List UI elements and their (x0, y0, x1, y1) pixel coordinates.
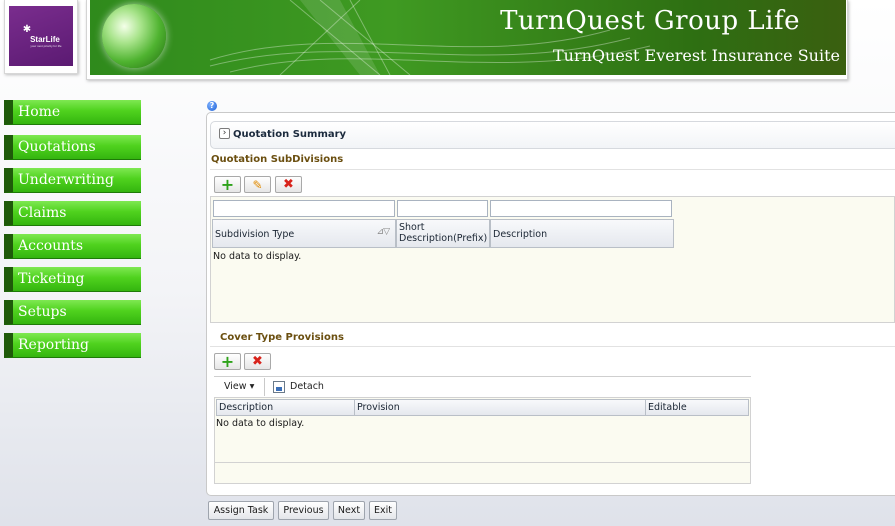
divider (210, 346, 895, 347)
column-label: Subdivision Type (215, 229, 295, 240)
delete-icon: ✖ (252, 354, 263, 369)
chevron-right-icon[interactable]: › (219, 128, 230, 139)
sidebar-item-label: Accounts (18, 238, 84, 254)
add-subdivision-button[interactable]: + (214, 176, 241, 193)
column-header-editable[interactable]: Editable (645, 399, 749, 416)
sidebar-item-label: Underwriting (18, 172, 114, 188)
pencil-icon: ✎ (252, 177, 263, 192)
sidebar-item-underwriting[interactable]: Underwriting (4, 168, 141, 193)
delete-provision-button[interactable]: ✖ (244, 353, 271, 370)
previous-button[interactable]: Previous (278, 501, 329, 520)
sidebar-item-home[interactable]: Home (4, 100, 141, 125)
sidebar-item-label: Reporting (18, 337, 89, 353)
empty-message: No data to display. (216, 418, 305, 429)
sidebar-item-quotations[interactable]: Quotations (4, 135, 141, 160)
sidebar-item-label: Setups (18, 304, 67, 320)
sidebar-item-label: Quotations (18, 139, 96, 155)
assign-task-button[interactable]: Assign Task (208, 501, 274, 520)
quotation-summary-header[interactable]: › Quotation Summary (210, 121, 895, 149)
plus-icon: + (220, 174, 235, 194)
column-label: Editable (648, 402, 687, 413)
delete-subdivision-button[interactable]: ✖ (275, 176, 302, 193)
help-icon[interactable]: ? (207, 101, 217, 111)
sidebar-item-label: Home (18, 104, 61, 120)
starlife-logo: ✱ StarLife your next priority for life (9, 6, 73, 66)
empty-message: No data to display. (213, 251, 302, 262)
quotation-summary-title: Quotation Summary (233, 129, 347, 140)
column-header-short-description[interactable]: Short Description(Prefix) (396, 219, 490, 248)
globe-icon (102, 4, 166, 68)
add-provision-button[interactable]: + (214, 353, 241, 370)
sort-icon[interactable]: ⊿▽ (377, 227, 391, 237)
logo-tagline: your next priority for life (30, 43, 62, 48)
sidebar-item-setups[interactable]: Setups (4, 300, 141, 325)
toolbar-divider (214, 376, 751, 377)
filter-short-description[interactable] (397, 200, 488, 217)
filter-subdivision-type[interactable] (213, 200, 395, 217)
cover-provisions-title: Cover Type Provisions (220, 332, 344, 343)
column-label-line1: Short (399, 222, 425, 233)
cover-provisions-table: Description Provision Editable No data t… (214, 397, 751, 484)
app-title: TurnQuest Group Life (500, 6, 800, 36)
next-button[interactable]: Next (333, 501, 365, 520)
edit-subdivision-button[interactable]: ✎ (244, 176, 271, 193)
table-footer-divider (215, 462, 750, 463)
header-banner: TurnQuest Group Life TurnQuest Everest I… (86, 0, 848, 80)
column-header-subdivision-type[interactable]: Subdivision Type ⊿▽ (212, 219, 396, 248)
divider (210, 169, 895, 170)
logo-name: StarLife (30, 34, 60, 44)
plus-icon: + (220, 351, 235, 371)
sidebar-item-ticketing[interactable]: Ticketing (4, 267, 141, 292)
sidebar-item-label: Ticketing (18, 271, 85, 287)
column-label: Description (493, 229, 548, 240)
exit-button[interactable]: Exit (369, 501, 397, 520)
star-icon: ✱ (22, 23, 32, 35)
subdivisions-table: Subdivision Type ⊿▽ Short Description(Pr… (210, 196, 895, 323)
detach-icon[interactable] (273, 381, 285, 393)
toolbar-separator (264, 378, 265, 396)
sidebar-item-accounts[interactable]: Accounts (4, 234, 141, 259)
delete-icon: ✖ (283, 177, 294, 192)
sidebar-item-label: Claims (18, 205, 67, 221)
column-label: Description (219, 402, 274, 413)
filter-description[interactable] (490, 200, 672, 217)
detach-button[interactable]: Detach (290, 381, 324, 392)
column-header-description[interactable]: Description (490, 219, 674, 248)
view-menu-button[interactable]: View ▾ (224, 381, 254, 392)
column-label: Provision (357, 402, 400, 413)
column-header-description[interactable]: Description (216, 399, 355, 416)
sidebar-item-claims[interactable]: Claims (4, 201, 141, 226)
sidebar-item-reporting[interactable]: Reporting (4, 333, 141, 358)
subdivisions-title: Quotation SubDivisions (211, 154, 344, 165)
column-header-provision[interactable]: Provision (354, 399, 646, 416)
column-label-line2: Description(Prefix) (399, 233, 488, 244)
app-subtitle: TurnQuest Everest Insurance Suite (552, 46, 840, 65)
logo: ✱ StarLife your next priority for life (4, 0, 78, 74)
